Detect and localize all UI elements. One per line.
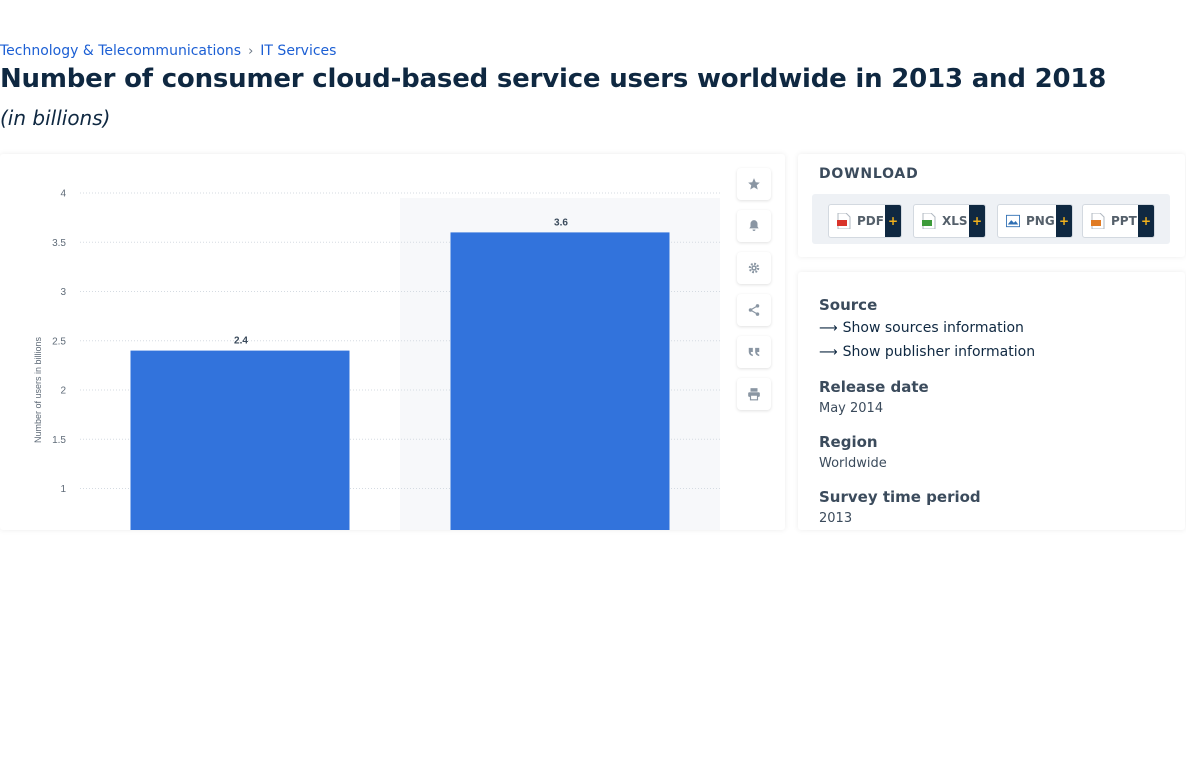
download-png-button[interactable]: PNG +: [997, 204, 1073, 238]
y-tick-label: 2: [60, 386, 66, 397]
gear-icon: [748, 262, 760, 274]
chart-toolbar: [737, 168, 773, 420]
ppt-file-icon: [1091, 213, 1105, 229]
source-heading: Source: [819, 296, 878, 314]
png-file-icon: [1006, 213, 1020, 229]
cite-button[interactable]: [737, 336, 771, 368]
settings-button[interactable]: [737, 252, 771, 284]
star-icon: [748, 178, 760, 190]
region-value: Worldwide: [819, 456, 887, 471]
download-png-plus: +: [1056, 205, 1072, 237]
download-xls-button[interactable]: XLS +: [913, 204, 986, 238]
page-title: Number of consumer cloud-based service u…: [0, 64, 1107, 94]
show-publisher-link[interactable]: ⟶ Show publisher information: [819, 344, 1035, 360]
show-sources-label: Show sources information: [842, 320, 1024, 336]
bar: [130, 350, 350, 530]
y-axis-label: Number of users in billions: [33, 336, 43, 443]
chart-card: 1 1.5 2 2.5 3 3.5 4 Number of users in billions…: [0, 154, 785, 530]
y-tick-label: 4: [60, 189, 66, 200]
download-png-label: PNG: [1026, 214, 1055, 228]
download-card: DOWNLOAD PDF + XLS + PNG + PPT +: [798, 154, 1185, 257]
bar-value-label: 2.4: [234, 336, 248, 347]
share-button[interactable]: [737, 294, 771, 326]
download-ppt-plus: +: [1138, 205, 1154, 237]
y-tick-label: 1.5: [52, 435, 66, 446]
survey-period-value: 2013: [819, 511, 853, 526]
download-pdf-button[interactable]: PDF +: [828, 204, 902, 238]
breadcrumb: Technology & Telecommunications › IT Ser…: [0, 43, 336, 59]
xls-file-icon: [922, 213, 936, 229]
page-subtitle: (in billions): [0, 106, 111, 130]
y-tick-label: 1: [60, 484, 66, 495]
download-xls-label: XLS: [942, 214, 968, 228]
info-card: Source ⟶ Show sources information ⟶ Show…: [798, 272, 1185, 530]
release-date-heading: Release date: [819, 378, 929, 396]
y-tick-label: 2.5: [52, 336, 66, 347]
region-heading: Region: [819, 433, 878, 451]
show-publisher-label: Show publisher information: [842, 344, 1036, 360]
bar-value-label: 3.6: [554, 217, 568, 228]
arrow-right-icon: ⟶: [819, 344, 838, 360]
quote-icon: [748, 347, 760, 357]
arrow-right-icon: ⟶: [819, 320, 838, 336]
print-icon: [748, 388, 760, 401]
download-pdf-plus: +: [885, 205, 901, 237]
favorite-button[interactable]: [737, 168, 771, 200]
download-xls-plus: +: [969, 205, 985, 237]
y-tick-label: 3: [60, 287, 66, 298]
pdf-file-icon: [837, 213, 851, 229]
notification-button[interactable]: [737, 210, 771, 242]
bar-chart: 1 1.5 2 2.5 3 3.5 4 Number of users in billions…: [33, 189, 720, 530]
breadcrumb-item-it-services[interactable]: IT Services: [260, 43, 336, 59]
survey-period-heading: Survey time period: [819, 488, 981, 506]
y-tick-label: 3.5: [52, 238, 66, 249]
download-title: DOWNLOAD: [819, 166, 919, 182]
bar: [450, 232, 670, 530]
breadcrumb-separator: ›: [248, 43, 254, 59]
download-pdf-label: PDF: [857, 214, 884, 228]
print-button[interactable]: [737, 378, 771, 410]
release-date-value: May 2014: [819, 401, 884, 416]
download-buttons: PDF + XLS + PNG + PPT +: [812, 194, 1170, 244]
download-ppt-label: PPT: [1111, 214, 1137, 228]
share-icon: [748, 304, 760, 316]
show-sources-link[interactable]: ⟶ Show sources information: [819, 320, 1024, 336]
breadcrumb-item-technology[interactable]: Technology & Telecommunications: [0, 43, 241, 59]
bell-icon: [749, 220, 759, 231]
download-ppt-button[interactable]: PPT +: [1082, 204, 1155, 238]
